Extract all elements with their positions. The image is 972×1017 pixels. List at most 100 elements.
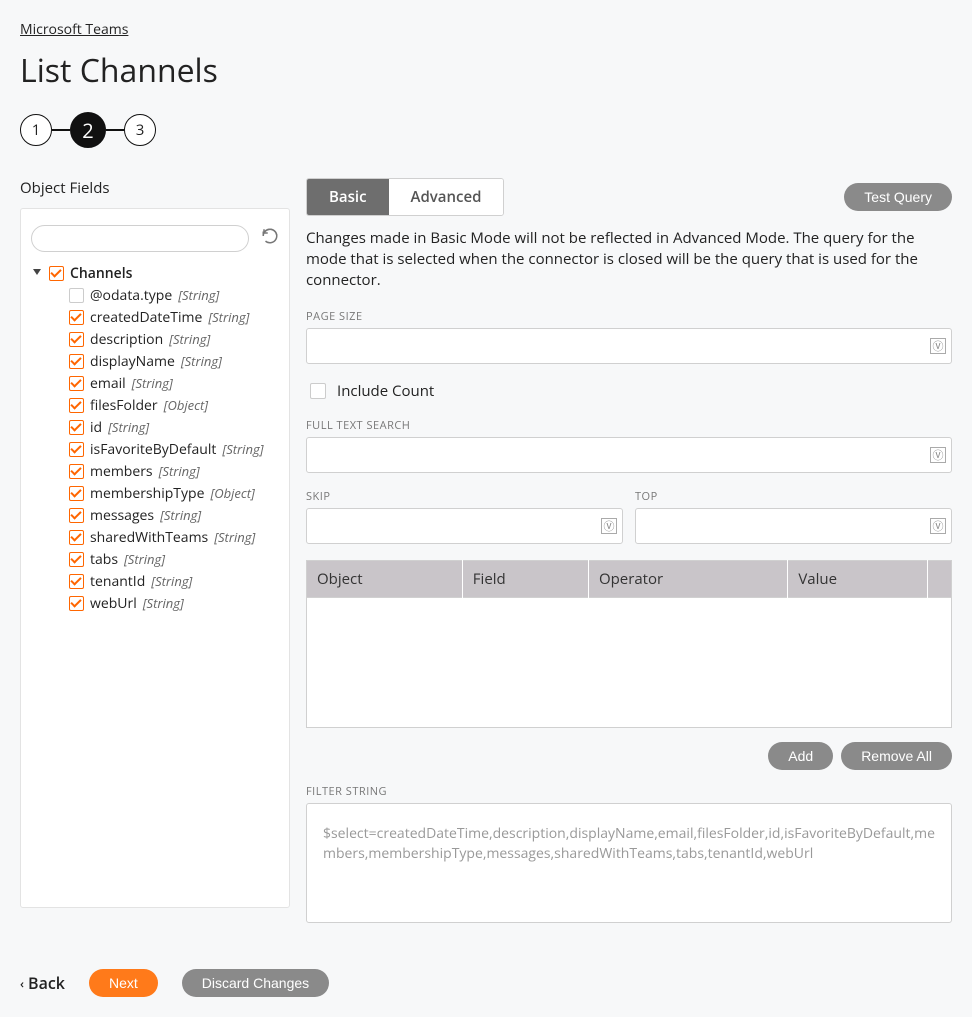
tree-field-createdDateTime[interactable]: createdDateTime [String] (69, 306, 279, 328)
tree-field-displayName[interactable]: displayName [String] (69, 350, 279, 372)
step-1[interactable]: 1 (20, 114, 52, 146)
checkbox-field[interactable] (69, 398, 84, 413)
field-type: [String] (132, 374, 173, 392)
skip-label: SKIP (306, 489, 623, 504)
field-label: tabs (90, 550, 118, 569)
step-line (52, 129, 70, 131)
filter-th-field: Field (462, 561, 588, 598)
chevron-left-icon: ‹ (20, 975, 24, 992)
field-label: displayName (90, 352, 175, 371)
field-type: [String] (160, 506, 201, 524)
add-filter-button[interactable]: Add (768, 742, 833, 770)
full-text-search-input[interactable] (306, 437, 952, 473)
field-type: [String] (151, 572, 192, 590)
top-label: TOP (635, 489, 952, 504)
tree-field-sharedWithTeams[interactable]: sharedWithTeams [String] (69, 526, 279, 548)
caret-down-icon[interactable] (31, 266, 43, 280)
page-size-input[interactable] (306, 328, 952, 364)
remove-all-filters-button[interactable]: Remove All (841, 742, 952, 770)
checkbox-root[interactable] (49, 266, 64, 281)
mode-help-text: Changes made in Basic Mode will not be r… (306, 228, 952, 291)
checkbox-field[interactable] (69, 442, 84, 457)
step-2[interactable]: 2 (70, 112, 106, 148)
discard-changes-button[interactable]: Discard Changes (182, 969, 329, 997)
checkbox-field[interactable] (69, 596, 84, 611)
field-label: description (90, 330, 163, 349)
field-type: [String] (143, 594, 184, 612)
field-type: [String] (208, 308, 249, 326)
tree-field-filesFolder[interactable]: filesFolder [Object] (69, 394, 279, 416)
object-fields-search-input[interactable] (31, 225, 249, 252)
object-fields-label: Object Fields (20, 178, 290, 198)
checkbox-field[interactable] (69, 310, 84, 325)
test-query-button[interactable]: Test Query (844, 183, 952, 211)
field-type: [String] (178, 286, 219, 304)
tree-field-tabs[interactable]: tabs [String] (69, 548, 279, 570)
checkbox-field[interactable] (69, 376, 84, 391)
include-count-checkbox[interactable] (310, 383, 326, 399)
variable-icon[interactable]: Ⓥ (930, 518, 946, 534)
field-type: [String] (124, 550, 165, 568)
stepper: 1 2 3 (20, 112, 952, 148)
step-line (106, 129, 124, 131)
checkbox-field[interactable] (69, 464, 84, 479)
filter-table: Object Field Operator Value (306, 560, 952, 598)
tree-field-odatatype[interactable]: @odata.type [String] (69, 284, 279, 306)
tree-field-members[interactable]: members [String] (69, 460, 279, 482)
checkbox-field[interactable] (69, 574, 84, 589)
filter-th-object: Object (307, 561, 463, 598)
breadcrumb-link[interactable]: Microsoft Teams (20, 20, 128, 39)
filter-th-actions (928, 561, 952, 598)
step-3[interactable]: 3 (124, 114, 156, 146)
tree-field-isFavoriteByDefault[interactable]: isFavoriteByDefault [String] (69, 438, 279, 460)
filter-th-value: Value (788, 561, 928, 598)
tree-root-channels[interactable]: Channels (31, 262, 279, 284)
tab-basic[interactable]: Basic (307, 179, 389, 215)
tree-field-membershipType[interactable]: membershipType [Object] (69, 482, 279, 504)
include-count-label: Include Count (337, 381, 434, 401)
checkbox-field[interactable] (69, 552, 84, 567)
field-type: [String] (169, 330, 210, 348)
checkbox-field[interactable] (69, 508, 84, 523)
field-type: [Object] (164, 396, 208, 414)
field-label: webUrl (90, 594, 137, 613)
field-label: membershipType (90, 484, 204, 503)
checkbox-field[interactable] (69, 530, 84, 545)
tree-field-description[interactable]: description [String] (69, 328, 279, 350)
variable-icon[interactable]: Ⓥ (930, 447, 946, 463)
field-label: messages (90, 506, 154, 525)
tree-field-messages[interactable]: messages [String] (69, 504, 279, 526)
variable-icon[interactable]: Ⓥ (601, 518, 617, 534)
variable-icon[interactable]: Ⓥ (930, 338, 946, 354)
filter-table-body (306, 598, 952, 728)
checkbox-field[interactable] (69, 332, 84, 347)
field-type: [String] (181, 352, 222, 370)
field-label: isFavoriteByDefault (90, 440, 216, 459)
tree-field-tenantId[interactable]: tenantId [String] (69, 570, 279, 592)
checkbox-field[interactable] (69, 486, 84, 501)
skip-input[interactable] (306, 508, 623, 544)
field-label: email (90, 374, 126, 393)
field-type: [String] (108, 418, 149, 436)
checkbox-field[interactable] (69, 420, 84, 435)
field-label: members (90, 462, 153, 481)
field-label: filesFolder (90, 396, 158, 415)
field-label: @odata.type (90, 286, 172, 305)
tab-advanced[interactable]: Advanced (389, 179, 504, 215)
checkbox-field[interactable] (69, 354, 84, 369)
top-input[interactable] (635, 508, 952, 544)
filter-th-operator: Operator (588, 561, 787, 598)
field-label: createdDateTime (90, 308, 202, 327)
refresh-icon[interactable] (261, 227, 279, 250)
field-type: [String] (214, 528, 255, 546)
full-text-search-label: FULL TEXT SEARCH (306, 418, 952, 433)
checkbox-field[interactable] (69, 288, 84, 303)
next-button[interactable]: Next (89, 969, 158, 997)
tree-field-email[interactable]: email [String] (69, 372, 279, 394)
field-type: [Object] (210, 484, 254, 502)
mode-tabs: Basic Advanced (306, 178, 504, 216)
field-label: id (90, 418, 102, 437)
tree-field-webUrl[interactable]: webUrl [String] (69, 592, 279, 614)
filter-string-label: FILTER STRING (306, 784, 952, 799)
tree-field-id[interactable]: id [String] (69, 416, 279, 438)
